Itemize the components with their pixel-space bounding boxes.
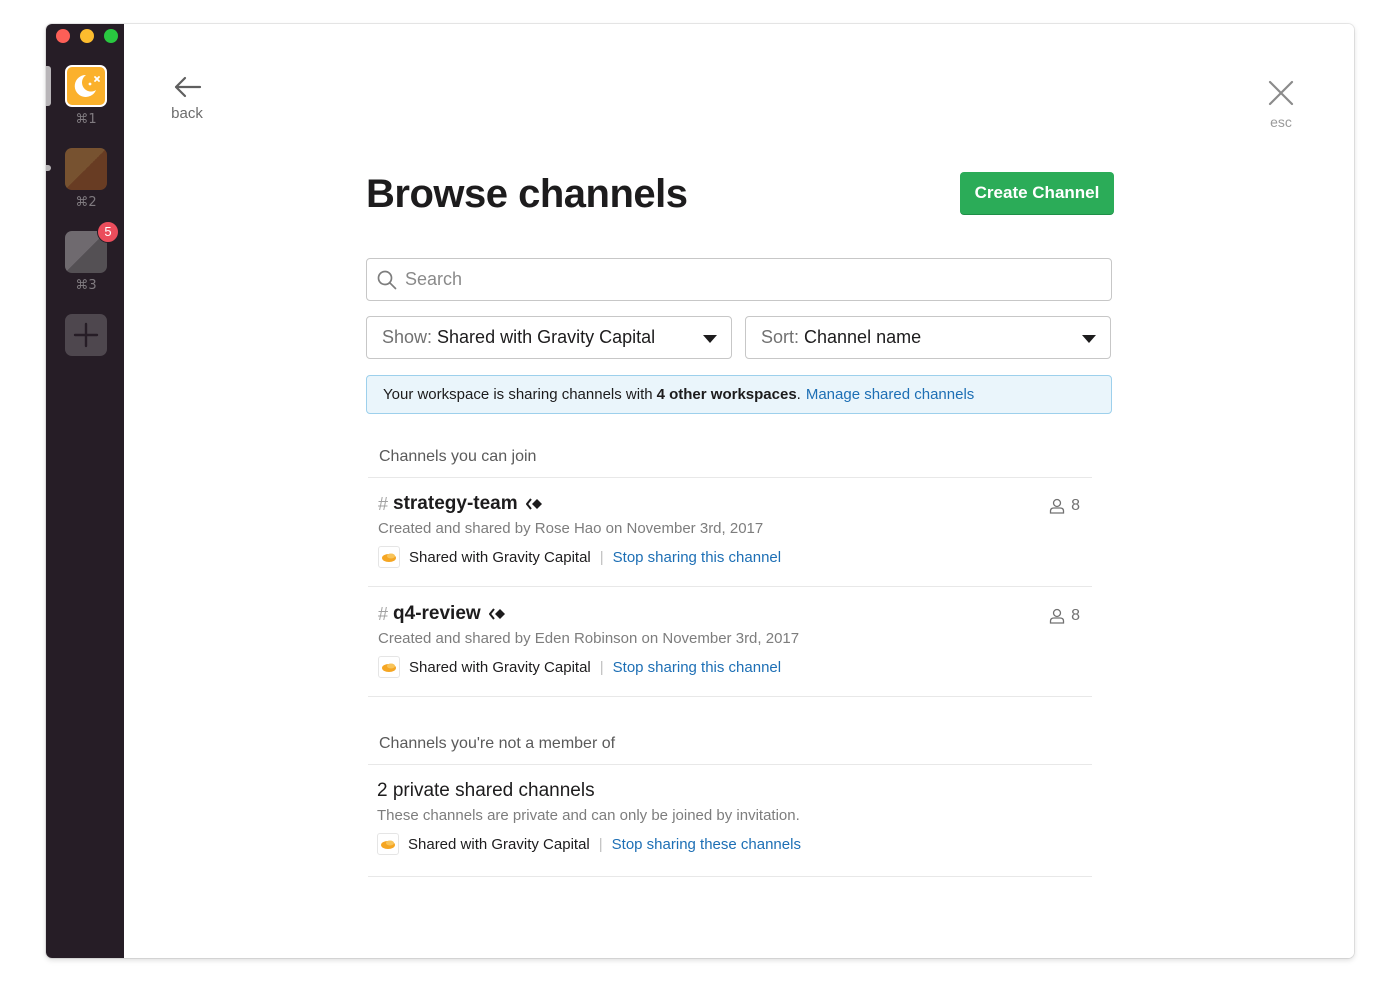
private-channels-title: 2 private shared channels — [377, 780, 595, 801]
show-filter-prefix: Show: — [382, 327, 433, 347]
separator: | — [598, 835, 603, 853]
workspace-2[interactable]: ⌘2 — [65, 148, 107, 210]
hash-icon: # — [378, 493, 389, 514]
shared-with-label: Shared with Gravity Capital — [408, 835, 590, 853]
active-workspace-indicator — [46, 66, 51, 106]
channel-meta: Created and shared by Rose Hao on Novemb… — [378, 520, 764, 537]
shared-channel-icon — [488, 608, 507, 620]
section-heading-not-member: Channels you're not a member of — [379, 735, 616, 752]
close-button[interactable]: esc — [1264, 79, 1298, 130]
add-workspace-button[interactable] — [65, 314, 107, 356]
member-count: 8 — [1049, 607, 1080, 625]
divider — [368, 876, 1092, 877]
workspace-1-tile[interactable] — [65, 65, 107, 107]
private-channels-meta: These channels are private and can only … — [377, 807, 800, 824]
member-count-value: 8 — [1071, 607, 1080, 624]
workspace-1[interactable]: ⌘1 — [65, 65, 107, 127]
divider — [368, 696, 1092, 697]
separator: | — [599, 658, 604, 676]
channel-share-info: Shared with Gravity Capital | Stop shari… — [378, 546, 1090, 568]
member-icon — [1049, 498, 1065, 514]
plus-icon — [73, 322, 99, 348]
zoom-window-button[interactable] — [104, 29, 118, 43]
esc-label: esc — [1270, 114, 1292, 130]
browse-channels-view: back esc Browse channels Create Channel … — [124, 24, 1354, 958]
org-logo-icon — [378, 656, 400, 678]
stop-sharing-link[interactable]: Stop sharing this channel — [613, 549, 781, 566]
hash-icon: # — [378, 603, 389, 624]
app-window: ⌘1 ⌘2 5 ⌘3 back esc Browse channels Crea… — [46, 24, 1354, 958]
manage-shared-channels-link[interactable]: Manage shared channels — [806, 386, 974, 403]
back-label: back — [171, 105, 203, 122]
unread-badge: 5 — [97, 221, 119, 243]
workspace-2-tile[interactable] — [65, 148, 107, 190]
shared-info-banner: Your workspace is sharing channels with … — [366, 375, 1112, 414]
show-filter-select[interactable]: Show: Shared with Gravity Capital — [366, 316, 732, 359]
stop-sharing-link[interactable]: Stop sharing these channels — [612, 836, 801, 853]
page-title: Browse channels — [366, 172, 688, 216]
workspace-sidebar: ⌘1 ⌘2 5 ⌘3 — [46, 24, 124, 958]
close-icon — [1268, 80, 1294, 106]
create-channel-button[interactable]: Create Channel — [960, 172, 1114, 214]
search-input[interactable] — [405, 269, 1085, 290]
separator: | — [599, 548, 604, 566]
caret-down-icon — [703, 335, 717, 343]
arrow-left-icon — [174, 76, 202, 98]
shared-channel-icon — [525, 498, 544, 510]
workspace-3-shortcut: ⌘3 — [75, 278, 97, 293]
search-field[interactable] — [366, 258, 1112, 301]
divider — [368, 477, 1092, 478]
minimize-window-button[interactable] — [80, 29, 94, 43]
channel-share-info: Shared with Gravity Capital | Stop shari… — [378, 656, 1090, 678]
sort-select[interactable]: Sort: Channel name — [745, 316, 1111, 359]
workspace-2-shortcut: ⌘2 — [75, 195, 97, 210]
moon-stars-icon — [74, 74, 100, 97]
channel-share-info: Shared with Gravity Capital | Stop shari… — [377, 833, 1089, 855]
sort-prefix: Sort: — [761, 327, 800, 347]
member-count: 8 — [1049, 497, 1080, 515]
sort-value: Channel name — [804, 327, 922, 347]
show-filter-value: Shared with Gravity Capital — [437, 327, 656, 347]
close-window-button[interactable] — [56, 29, 70, 43]
org-logo-icon — [378, 546, 400, 568]
section-heading-joinable: Channels you can join — [379, 448, 537, 465]
shared-with-label: Shared with Gravity Capital — [409, 548, 591, 566]
shared-with-label: Shared with Gravity Capital — [409, 658, 591, 676]
org-logo-icon — [377, 833, 399, 855]
unread-workspace-indicator — [46, 165, 51, 171]
workspace-3[interactable]: 5 ⌘3 — [65, 221, 119, 293]
banner-bold-count: 4 other workspaces — [656, 386, 797, 403]
channel-row[interactable]: # strategy-team 8 Created and shared by … — [378, 493, 1090, 568]
channel-title[interactable]: # strategy-team — [378, 493, 1090, 515]
channel-name: q4-review — [393, 603, 481, 624]
workspace-1-shortcut: ⌘1 — [75, 112, 97, 127]
caret-down-icon — [1082, 335, 1096, 343]
member-icon — [1049, 608, 1065, 624]
member-count-value: 8 — [1071, 497, 1080, 514]
stop-sharing-link[interactable]: Stop sharing this channel — [613, 659, 781, 676]
back-button[interactable]: back — [170, 74, 204, 122]
channel-name: strategy-team — [393, 493, 518, 514]
banner-text: Your workspace is sharing channels with — [383, 386, 653, 403]
search-icon — [377, 270, 397, 289]
divider — [368, 764, 1092, 765]
divider — [368, 586, 1092, 587]
private-channels-row: 2 private shared channels These channels… — [377, 780, 1089, 855]
banner-period: . — [796, 386, 801, 403]
channel-meta: Created and shared by Eden Robinson on N… — [378, 630, 800, 647]
channel-title[interactable]: # q4-review — [378, 603, 1090, 625]
window-controls — [56, 29, 118, 43]
channel-row[interactable]: # q4-review 8 Created and shared by Eden… — [378, 603, 1090, 678]
